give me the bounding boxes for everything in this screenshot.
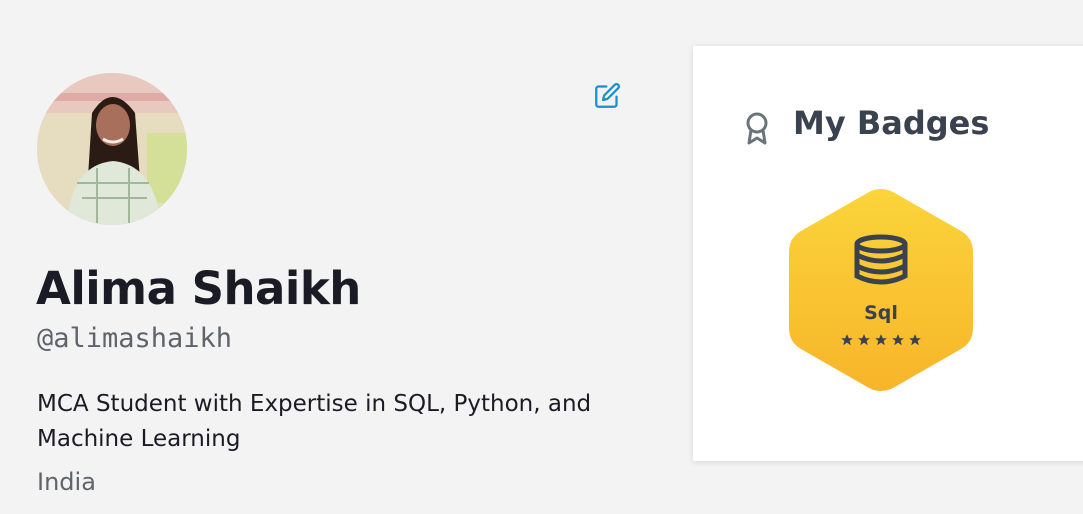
star-icon — [909, 334, 921, 346]
badge-label: Sql — [864, 302, 898, 324]
edit-profile-button[interactable] — [592, 80, 622, 110]
badges-title: My Badges — [793, 104, 990, 142]
profile-name: Alima Shaikh — [36, 262, 361, 315]
profile-page: Alima Shaikh @alimashaikh MCA Student wi… — [0, 0, 1083, 514]
badges-card: My Badges Sql — [693, 46, 1083, 461]
badge-sql[interactable]: Sql — [787, 186, 975, 394]
star-icon — [841, 334, 853, 346]
award-ribbon-icon — [746, 112, 768, 145]
badge-stars — [787, 333, 975, 347]
star-icon — [858, 334, 870, 346]
profile-bio: MCA Student with Expertise in SQL, Pytho… — [37, 391, 592, 452]
avatar — [37, 73, 187, 225]
profile-location: India — [37, 468, 96, 496]
star-icon — [875, 334, 887, 346]
star-icon — [892, 334, 904, 346]
profile-handle: @alimashaikh — [37, 323, 233, 354]
database-icon — [854, 234, 908, 285]
edit-icon — [594, 82, 620, 108]
